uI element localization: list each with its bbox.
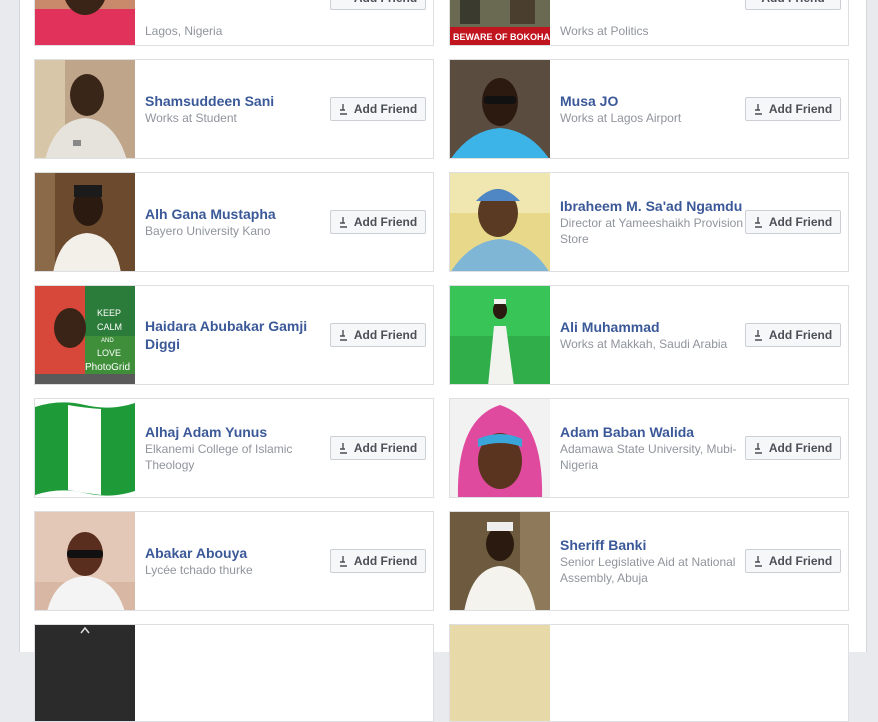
friend-name[interactable]: Adam Baban Walida [560,423,745,441]
profile-photo[interactable] [35,60,135,158]
profile-photo[interactable] [35,173,135,271]
friend-card [34,624,434,722]
friend-subtitle: Elkanemi College of Islamic Theology [145,442,293,472]
add-friend-icon [754,217,762,228]
friend-subtitle: Works at Makkah, Saudi Arabia [560,337,728,351]
profile-photo[interactable] [35,399,135,497]
add-friend-icon [754,443,762,454]
add-friend-icon [754,556,762,567]
profile-photo[interactable] [450,625,550,721]
add-friend-label: Add Friend [768,215,833,229]
friend-subtitle: Senior Legislative Aid at National Assem… [560,555,736,585]
friend-subtitle: Bayero University Kano [145,224,271,238]
add-friend-icon [339,556,347,567]
friend-card: Musa JO Works at Lagos Airport Add Frien… [449,59,849,159]
friend-card: Abakar Abouya Lycée tchado thurke Add Fr… [34,511,434,611]
friend-subtitle: Works at Lagos Airport [560,111,682,125]
add-friend-label: Add Friend [353,328,418,342]
friend-name[interactable]: Abakar Abouya [145,544,330,562]
add-friend-icon [754,330,762,341]
add-friend-icon [339,217,347,228]
profile-photo[interactable] [35,0,135,45]
add-friend-icon [339,443,347,454]
add-friend-label: Add Friend [353,554,418,568]
add-friend-button[interactable]: Add Friend [330,210,426,234]
photo-text: AND [101,338,114,344]
friend-card: Ali Muhammad Works at Makkah, Saudi Arab… [449,285,849,385]
friend-subtitle: Lagos, Nigeria [145,24,223,38]
add-friend-label: Add Friend [768,554,833,568]
photo-text: CALM [97,322,122,332]
add-friend-button[interactable]: Add Friend [330,436,426,460]
add-friend-button[interactable]: Add Friend [330,97,426,121]
profile-photo[interactable]: BEWARE OF BOKOHARI [450,0,550,45]
add-friend-icon [339,330,347,341]
friend-card: BEWARE OF BOKOHARI Works at Politics Add… [449,0,849,46]
add-friend-label: Add Friend [768,328,833,342]
friend-name[interactable]: Musa JO [560,92,745,110]
add-friend-label: Add Friend [353,441,418,455]
add-friend-button[interactable]: Add Friend [330,0,426,10]
friend-subtitle: Works at Politics [560,24,649,38]
profile-photo[interactable] [450,173,550,271]
add-friend-button[interactable]: Add Friend [745,97,841,121]
add-friend-label: Add Friend [353,215,418,229]
friend-name[interactable]: Alh Gana Mustapha [145,205,330,223]
profile-photo[interactable] [450,399,550,497]
add-friend-button[interactable]: Add Friend [745,436,841,460]
friend-name[interactable]: Alhaj Adam Yunus [145,423,330,441]
add-friend-icon [339,104,347,115]
friend-card: Alh Gana Mustapha Bayero University Kano… [34,172,434,272]
friend-card [449,624,849,722]
friend-name[interactable]: Haidara Abubakar Gamji Diggi [145,317,330,353]
friend-subtitle: Lycée tchado thurke [145,563,253,577]
profile-photo[interactable] [35,625,135,721]
add-friend-label: Add Friend [768,441,833,455]
profile-photo[interactable] [35,512,135,610]
add-friend-button[interactable]: Add Friend [745,549,841,573]
friend-subtitle: Adamawa State University, Mubi-Nigeria [560,442,737,472]
friend-card: Shamsuddeen Sani Works at Student Add Fr… [34,59,434,159]
friend-card: Alhaj Adam Yunus Elkanemi College of Isl… [34,398,434,498]
profile-photo[interactable] [450,512,550,610]
friend-card: Lagos, Nigeria Add Friend [34,0,434,46]
add-friend-button[interactable]: Add Friend [745,323,841,347]
profile-photo[interactable] [450,286,550,384]
friend-subtitle: Director at Yameeshaikh Provision Store [560,216,743,246]
friend-card: Sheriff Banki Senior Legislative Aid at … [449,511,849,611]
photo-text: PhotoGrid [85,362,130,373]
friend-card: KEEP CALM AND LOVE PhotoGrid Haidara Abu… [34,285,434,385]
friend-name[interactable]: Sheriff Banki [560,536,745,554]
add-friend-button[interactable]: Add Friend [330,549,426,573]
photo-text: LOVE [97,348,121,358]
friend-name[interactable]: Ibraheem M. Sa'ad Ngamdu [560,197,745,215]
photo-text: KEEP [97,308,121,318]
profile-photo[interactable] [450,60,550,158]
add-friend-label: Add Friend [353,102,418,116]
add-friend-button[interactable]: Add Friend [745,210,841,234]
profile-photo[interactable]: KEEP CALM AND LOVE PhotoGrid [35,286,135,384]
add-friend-label: Add Friend [354,0,417,5]
friend-card: Ibraheem M. Sa'ad Ngamdu Director at Yam… [449,172,849,272]
add-friend-label: Add Friend [761,0,824,5]
add-friend-label: Add Friend [768,102,833,116]
friend-card: Adam Baban Walida Adamawa State Universi… [449,398,849,498]
friend-name[interactable]: Ali Muhammad [560,318,745,336]
friend-subtitle: Works at Student [145,111,237,125]
add-friend-button[interactable]: Add Friend [745,0,841,10]
friend-name[interactable]: Shamsuddeen Sani [145,92,330,110]
photo-caption: BEWARE OF BOKOHARI [453,32,550,42]
add-friend-button[interactable]: Add Friend [330,323,426,347]
add-friend-icon [754,104,762,115]
add-friend-icon [339,0,349,4]
